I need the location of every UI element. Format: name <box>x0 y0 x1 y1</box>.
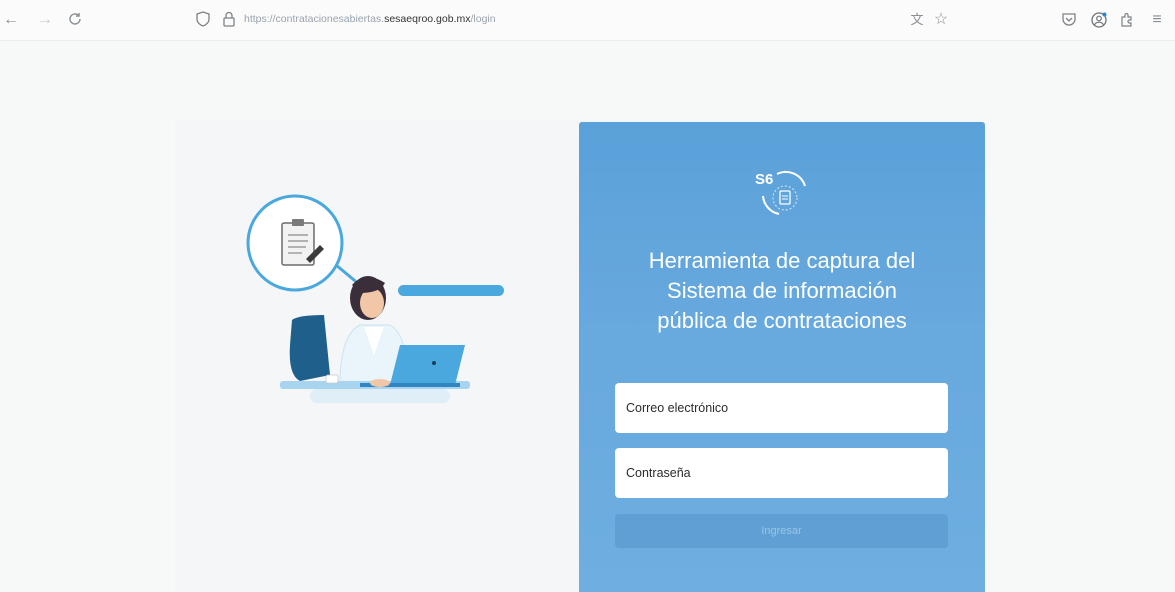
page-title: Herramienta de captura del Sistema de in… <box>599 246 965 336</box>
submit-button[interactable]: Ingresar <box>615 514 948 548</box>
account-icon[interactable] <box>1090 11 1108 29</box>
password-field[interactable] <box>615 448 948 498</box>
extensions-icon[interactable] <box>1118 11 1136 29</box>
star-icon[interactable]: ☆ <box>932 11 950 29</box>
url-path: /login <box>470 13 496 25</box>
back-icon[interactable]: ← <box>2 11 20 29</box>
url-host: sesaeqroo.gob.mx <box>384 13 471 25</box>
title-line-1: Herramienta de captura del <box>648 248 916 273</box>
lock-icon[interactable] <box>220 11 238 29</box>
office-worker-illustration <box>246 194 504 403</box>
title-line-3: pública de contrataciones <box>657 308 907 333</box>
shield-icon[interactable] <box>194 11 212 29</box>
login-panel: S6 Herramienta de captura del Sistema de… <box>579 122 985 592</box>
address-bar[interactable]: https://contratacionesabiertas.sesaeqroo… <box>244 13 496 25</box>
logo-text: S6 <box>755 171 773 188</box>
menu-icon[interactable]: ≡ <box>1148 11 1166 29</box>
s6-logo: S6 <box>755 170 806 215</box>
title-line-2: Sistema de información <box>667 278 897 303</box>
url-subdomain: contratacionesabiertas. <box>275 13 385 25</box>
reload-icon[interactable] <box>66 11 84 29</box>
url-scheme: https:// <box>244 13 276 25</box>
pocket-icon[interactable] <box>1060 11 1078 29</box>
email-field[interactable] <box>615 383 948 433</box>
forward-icon[interactable]: → <box>36 11 54 29</box>
browser-toolbar: ← → https://contratacionesabiertas.sesae… <box>0 0 1175 41</box>
translate-icon[interactable]: 文 <box>908 11 926 29</box>
